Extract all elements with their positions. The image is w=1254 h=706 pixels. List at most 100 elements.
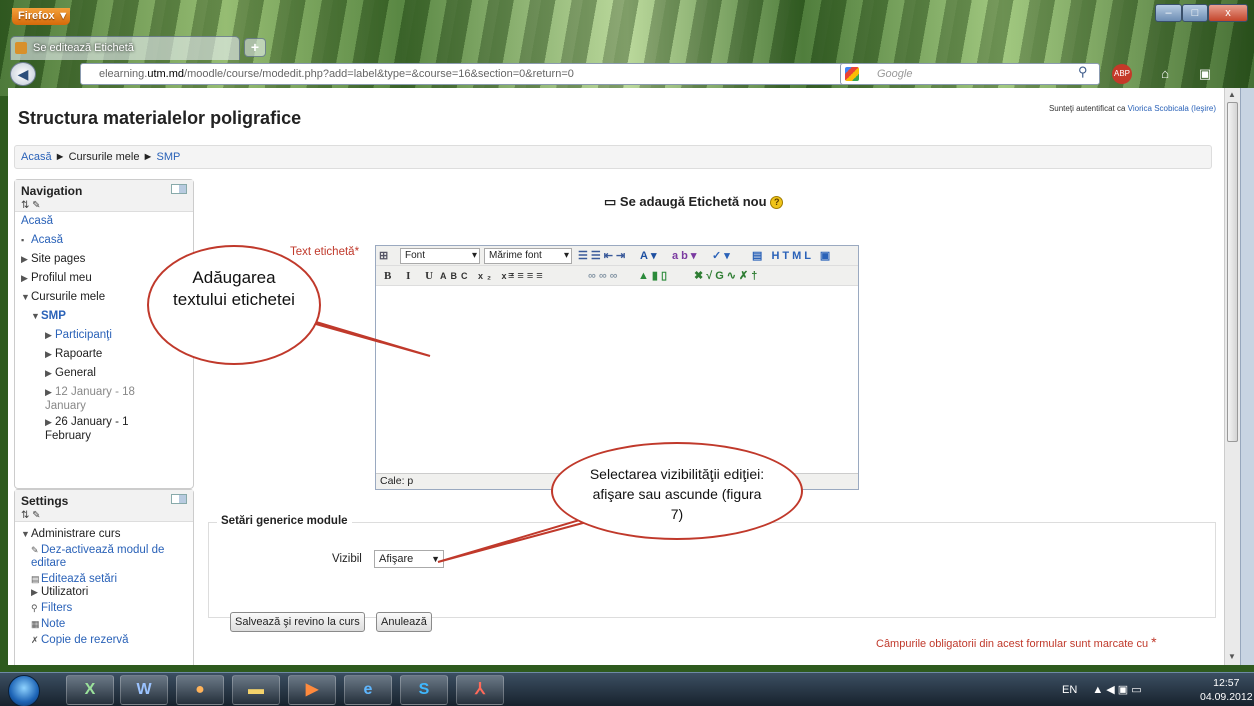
font-select[interactable]: Font ▾ <box>400 248 480 264</box>
visible-label: Vizibil <box>332 553 362 565</box>
breadcrumb-home[interactable]: Acasă <box>21 151 52 163</box>
settings-block-header: Settings ⇅ ✎ <box>15 490 193 522</box>
save-button[interactable]: Salvează şi revino la curs <box>230 612 365 632</box>
maximize-button[interactable]: □ <box>1182 4 1208 22</box>
bookmarks-icon[interactable]: ▣ <box>1194 63 1216 85</box>
system-tray: EN ▲ ◀ ▣ ▭ <box>1062 683 1142 696</box>
search-magnifier-icon[interactable]: ⚲ <box>1078 64 1088 80</box>
start-button-icon[interactable] <box>8 675 40 706</box>
strike-sub-sup-icons[interactable]: ABC x₂ x² <box>440 268 518 284</box>
site-title: Structura materialelor poligrafice <box>18 108 302 128</box>
nav-item-smp[interactable]: SMP <box>41 310 66 322</box>
media-icons[interactable]: ▲▮▯ <box>638 268 670 284</box>
skype-icon[interactable]: S <box>400 675 448 705</box>
spellcheck-icon[interactable]: ✓▾ <box>712 248 733 264</box>
user-link[interactable]: Viorica Scobicala <box>1128 104 1189 113</box>
settings-item-grades[interactable]: Note <box>41 618 65 630</box>
breadcrumb-course[interactable]: SMP <box>157 151 181 163</box>
tab-title: Se editează Etichetă <box>33 42 134 54</box>
nav-root[interactable]: Acasă <box>21 215 53 227</box>
fieldset-legend: Setări generice module <box>217 515 352 527</box>
explorer-folder-icon[interactable]: ▬ <box>232 675 280 705</box>
align-icons[interactable]: ≡≡≡≡ <box>508 268 546 284</box>
grades-icon: ▦ <box>31 619 40 629</box>
browser-tab[interactable]: Se editează Etichetă <box>10 36 240 60</box>
nav-item-general[interactable]: General <box>55 367 96 379</box>
address-bar[interactable]: elearning.utm.md/moodle/course/modedit.p… <box>80 63 930 85</box>
chevron-down-icon: ▾ <box>563 250 569 261</box>
back-arrow-icon[interactable]: ◀ <box>10 62 36 86</box>
editor-text-area[interactable] <box>376 287 858 473</box>
text-label: Text etichetă* <box>290 246 360 258</box>
settings-item-filters[interactable]: Filters <box>41 602 72 614</box>
minimize-button[interactable]: – <box>1155 4 1182 22</box>
home-icon[interactable]: ⌂ <box>1154 63 1176 85</box>
move-icon[interactable]: ⇅ ✎ <box>21 510 187 521</box>
chevron-down-icon: ▾ <box>471 250 477 261</box>
page-heading: ▭ Se adaugă Etichetă nou ? <box>604 194 784 210</box>
new-tab-button[interactable]: + <box>244 38 266 57</box>
math-icons[interactable]: ✖√G∿✗† <box>694 268 760 284</box>
language-indicator[interactable]: EN <box>1062 684 1077 696</box>
firefox-icon[interactable]: ● <box>176 675 224 705</box>
settings-title: Settings <box>21 494 69 508</box>
close-button[interactable]: x <box>1208 4 1248 22</box>
dock-icon[interactable] <box>171 184 187 194</box>
breadcrumb-courses: Cursurile mele <box>68 151 140 163</box>
move-icon[interactable]: ⇅ ✎ <box>21 200 187 211</box>
bold-italic-underline-icons[interactable]: B I U <box>384 268 439 284</box>
nav-item-week-1[interactable]: 12 January - 18 January <box>45 386 135 412</box>
required-fields-note: Câmpurile obligatorii din acest formular… <box>876 634 1157 650</box>
font-size-select[interactable]: Mărime font ▾ <box>484 248 572 264</box>
tray-icons[interactable]: ▲ ◀ ▣ ▭ <box>1092 684 1141 696</box>
url-path: /moodle/course/modedit.php?add=label&typ… <box>184 68 574 80</box>
settings-item-edit-mode[interactable]: Dez-activează modul de editare <box>31 544 164 569</box>
internet-explorer-icon[interactable]: e <box>344 675 392 705</box>
google-icon <box>845 67 859 81</box>
excel-icon[interactable]: X <box>66 675 114 705</box>
link-icons[interactable]: ∞∞∞ <box>588 268 621 284</box>
cancel-button[interactable]: Anulează <box>376 612 432 632</box>
navigation-title: Navigation <box>21 184 83 198</box>
clock[interactable]: 12:57 04.09.2012 <box>1200 676 1253 704</box>
settings-block: Settings ⇅ ✎ ▼Administrare curs ✎ Dez-act… <box>14 489 194 665</box>
scroll-down-icon[interactable]: ▼ <box>1228 652 1236 661</box>
settings-item-backup[interactable]: Copie de rezervă <box>41 634 129 646</box>
acrobat-icon[interactable]: ⅄ <box>456 675 504 705</box>
url-prefix: elearning. <box>99 68 148 80</box>
settings-item-users[interactable]: Utilizatori <box>41 586 88 598</box>
backup-icon: ✗ <box>31 635 39 645</box>
settings-tree: ▼Administrare curs ✎ Dez-activează modul … <box>21 528 165 646</box>
pencil-icon: ✎ <box>31 545 39 555</box>
dock-icon[interactable] <box>171 494 187 504</box>
nav-item-site-pages[interactable]: Site pages <box>31 253 85 265</box>
login-info: Sunteţi autentificat ca Viorica Scobical… <box>1048 104 1216 113</box>
nav-item-profile[interactable]: Profilul meu <box>31 272 92 284</box>
media-player-icon[interactable]: ▶ <box>288 675 336 705</box>
firefox-menu-button[interactable]: Firefox ▼ <box>12 8 70 25</box>
nav-item-my-courses[interactable]: Cursurile mele <box>31 291 105 303</box>
clock-time: 12:57 <box>1213 677 1240 689</box>
logout-link[interactable]: (Ieşire) <box>1189 104 1216 113</box>
adblock-icon[interactable]: ABP <box>1112 64 1132 84</box>
highlight-icon[interactable]: ab▾ <box>672 248 699 264</box>
word-icon[interactable]: W <box>120 675 168 705</box>
scrollbar-thumb[interactable] <box>1227 102 1238 442</box>
visible-select[interactable]: Afişare ▼ <box>374 550 444 568</box>
text-color-icon[interactable]: A▾ <box>640 248 659 264</box>
toolbar-toggle-icon[interactable]: ⊞ <box>379 248 391 264</box>
search-input[interactable]: Google <box>840 63 1100 85</box>
nav-item-reports[interactable]: Rapoarte <box>55 348 102 360</box>
list-icons[interactable]: ☰☰⇤⇥ <box>578 248 628 264</box>
nav-item-participants[interactable]: Participanţi <box>55 329 112 341</box>
settings-item-edit-settings[interactable]: Editează setări <box>41 573 117 585</box>
nav-item-week-2[interactable]: 26 January - 1 February <box>45 416 129 442</box>
settings-item-admin[interactable]: Administrare curs <box>31 528 120 540</box>
breadcrumb: Acasă ► Cursurile mele ► SMP <box>14 145 1212 169</box>
html-icon[interactable]: ▤ HTML ▣ <box>752 248 833 264</box>
scroll-up-icon[interactable]: ▲ <box>1228 90 1236 99</box>
vertical-scrollbar[interactable]: ▲ ▼ <box>1224 88 1240 665</box>
help-icon[interactable]: ? <box>770 196 784 210</box>
nav-item-home[interactable]: Acasă <box>31 234 63 246</box>
label-icon: ▭ <box>604 194 617 209</box>
